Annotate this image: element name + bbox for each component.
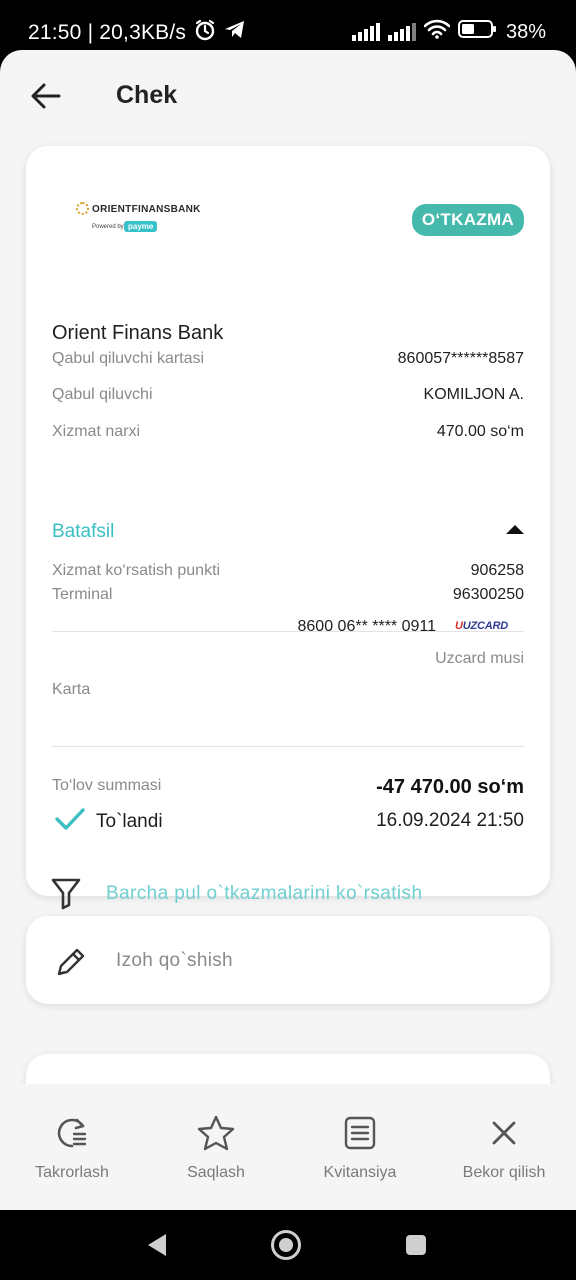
card-number: 8600 06** **** 0911	[297, 618, 437, 635]
telegram-icon	[224, 20, 246, 46]
status-time-speed: 21:50 | 20,3KB/s	[28, 21, 187, 44]
sun-icon	[76, 202, 89, 215]
header: Chek	[0, 50, 576, 142]
filter-icon[interactable]	[50, 876, 82, 910]
pencil-icon	[57, 948, 85, 976]
uzcard-logo: UUZCARD	[455, 620, 508, 632]
receipt-button[interactable]: Kvitansiya	[288, 1084, 432, 1210]
receipt-icon	[344, 1114, 376, 1152]
recipient-label: Qabul qiluvchi	[52, 386, 153, 403]
service-point-value: 906258	[470, 562, 524, 579]
nav-back-icon[interactable]	[146, 1232, 168, 1258]
repeat-label: Takrorlash	[35, 1164, 109, 1181]
payment-datetime: 16.09.2024 21:50	[376, 810, 524, 831]
wifi-icon	[423, 19, 451, 45]
fee-value: 470.00 so‘m	[436, 423, 524, 440]
cancel-button[interactable]: Bekor qilish	[432, 1084, 576, 1210]
terminal-value: 96300250	[452, 586, 524, 603]
signal-icon	[351, 23, 380, 41]
divider	[52, 746, 524, 747]
recipient-value: KOMILJON A.	[423, 386, 524, 403]
cancel-label: Bekor qilish	[462, 1164, 546, 1181]
recipient-card-value: 860057******8587	[397, 350, 524, 367]
show-all-transfers-link[interactable]: Barcha pul o`tkazmalarini ko`rsatish	[106, 883, 422, 905]
recipient-card-label: Qabul qiluvchi kartasi	[52, 350, 205, 367]
divider	[52, 631, 524, 632]
logo-payme: payme	[124, 221, 158, 232]
terminal-label: Terminal	[52, 586, 113, 603]
repeat-button[interactable]: Takrorlash	[0, 1084, 144, 1210]
close-icon	[491, 1114, 517, 1152]
star-icon	[197, 1114, 235, 1152]
logo-bank-name: ORIENTFINANSBANK	[92, 204, 201, 215]
add-note-button[interactable]: Izoh qo`shish	[26, 916, 550, 1004]
receipt-label: Kvitansiya	[323, 1164, 397, 1181]
payment-status: To`landi	[96, 811, 163, 832]
arrow-left-icon	[31, 83, 61, 109]
app-screen: Chek ORIENTFINANSBANK Powered by payme O…	[0, 50, 576, 1210]
bank-name: Orient Finans Bank	[52, 322, 224, 344]
bank-logo: ORIENTFINANSBANK Powered by payme	[76, 202, 200, 236]
fee-label: Xizmat narxi	[52, 423, 141, 440]
status-left: 21:50 | 20,3KB/s	[28, 19, 246, 47]
logo-powered-by: Powered by	[92, 224, 124, 230]
back-button[interactable]	[26, 76, 66, 116]
alarm-icon	[194, 19, 216, 47]
service-point-label: Xizmat ko‘rsatish punkti	[52, 562, 221, 579]
battery-icon	[457, 19, 498, 45]
amount-value: -47 470.00 so‘m	[376, 776, 524, 798]
page-title: Chek	[116, 81, 178, 109]
status-right: 38%	[351, 19, 546, 45]
card-label: Karta	[52, 681, 91, 698]
caret-up-icon[interactable]	[506, 525, 524, 534]
repeat-icon	[55, 1114, 89, 1152]
action-bar: Takrorlash Saqlash Kvitansiya Bekor qili…	[0, 1084, 576, 1210]
receipt-card: ORIENTFINANSBANK Powered by payme O‘TKAZ…	[26, 146, 550, 910]
nav-home-icon[interactable]	[271, 1230, 301, 1260]
save-label: Saqlash	[187, 1164, 245, 1181]
transaction-type-badge: O‘TKAZMA	[411, 204, 524, 236]
signal-icon	[387, 23, 416, 41]
checkmark-icon	[55, 808, 85, 830]
amount-label: To‘lov summasi	[52, 777, 162, 794]
battery-percent: 38%	[505, 20, 546, 43]
card-name: Uzcard musi	[435, 650, 524, 667]
details-toggle[interactable]: Batafsil	[52, 521, 114, 543]
save-button[interactable]: Saqlash	[144, 1084, 288, 1210]
system-nav-bar	[0, 1210, 576, 1280]
add-note-label: Izoh qo`shish	[116, 950, 233, 971]
nav-recent-icon[interactable]	[406, 1235, 426, 1255]
